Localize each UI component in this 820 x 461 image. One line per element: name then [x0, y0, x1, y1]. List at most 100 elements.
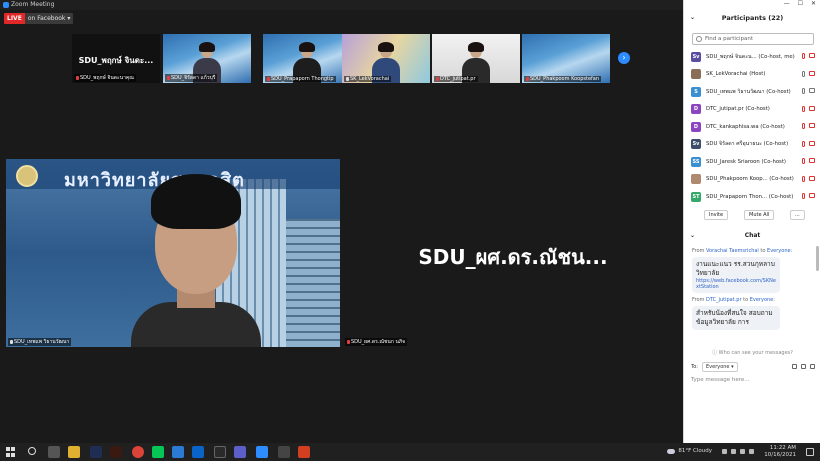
participant-row[interactable]: SK_LekVorachai (Host)	[684, 66, 820, 84]
participant-row[interactable]: Sv SDU จิรัลดา ศรีอุนาธนะ (Co-host)	[684, 136, 820, 154]
video-thumb[interactable]: SDU_Phakpoom Koopstefan	[522, 34, 610, 83]
network-icon[interactable]	[731, 449, 736, 454]
video-thumb[interactable]: DTC_jutipat.pr	[432, 34, 520, 83]
participant-status	[802, 70, 815, 77]
mic-muted-icon[interactable]	[802, 140, 805, 147]
camera-off-icon[interactable]	[809, 105, 815, 111]
chevron-up-icon[interactable]	[722, 449, 727, 454]
mic-muted-icon[interactable]	[802, 123, 805, 129]
camera-off-icon[interactable]	[809, 70, 815, 76]
camera-off-icon[interactable]	[809, 158, 815, 163]
live-destination[interactable]: on Facebook ▾	[24, 13, 74, 24]
notification-icon[interactable]	[806, 448, 814, 456]
collapse-chevron-icon[interactable]: ⌄	[690, 232, 695, 239]
windows-start-icon[interactable]	[6, 447, 16, 457]
participant-search-input[interactable]: Find a participant	[692, 33, 814, 45]
line-icon[interactable]	[152, 446, 164, 458]
message-link[interactable]: https://web.facebook.com/SKNextStation	[696, 278, 776, 290]
camera-off-icon[interactable]	[809, 123, 815, 128]
zoom-icon[interactable]	[256, 446, 268, 458]
chevron-down-icon: ▾	[67, 15, 71, 22]
weather-widget[interactable]: 81°F Cloudy	[667, 448, 712, 454]
mic-icon[interactable]	[802, 70, 805, 77]
participant-row[interactable]: D DTC_jutipat.pr (Co-host)	[684, 101, 820, 119]
video-thumb[interactable]: SK_LekVorachai	[342, 34, 430, 83]
minimize-icon[interactable]: —	[784, 0, 790, 10]
file-explorer-icon[interactable]	[68, 446, 80, 458]
illustrator-icon[interactable]	[110, 446, 122, 458]
language-icon[interactable]	[749, 449, 754, 454]
camera-off-icon[interactable]	[809, 175, 815, 181]
app-title: Zoom Meeting	[3, 1, 54, 8]
camera-off-icon[interactable]	[809, 193, 815, 198]
university-seal-icon	[16, 165, 38, 187]
system-clock[interactable]: 11:22 AM 10/16/2021	[764, 445, 796, 459]
camera-icon[interactable]	[809, 88, 815, 93]
teams-icon[interactable]	[234, 446, 246, 458]
maximize-icon[interactable]: ☐	[798, 0, 803, 10]
chrome-icon[interactable]	[132, 446, 144, 458]
invite-button[interactable]: Invite	[704, 210, 729, 220]
video-thumb[interactable]: SDU_Prapaporn Thongtip	[263, 34, 351, 83]
mic-muted-icon	[526, 77, 529, 81]
task-view-icon[interactable]	[48, 446, 60, 458]
active-speaker-video[interactable]: มหาวิทยาลัยสวนดุสิต SDU_เทพแพ วิธานวัฒนา	[6, 159, 340, 347]
chat-message: สำหรับน้องที่สนใจ สอบถามข้อมูลวิทยาลัย ก…	[692, 306, 780, 330]
participant-row[interactable]: SDU_Phakpoom Koop... (Co-host)	[684, 171, 820, 189]
app-icon[interactable]	[214, 446, 226, 458]
to-label: to	[760, 248, 766, 254]
outlook-icon[interactable]	[192, 446, 204, 458]
video-thumb[interactable]: SDU_พฤกษ์ จินดะ... SDU_พฤกษ์ จินดะนาคุณ	[72, 34, 160, 83]
participant-status	[802, 140, 815, 147]
app-icon[interactable]	[278, 446, 290, 458]
participant-name-tile[interactable]: SDU_ผศ.ดร.ณัชน... SDU_ผศ.ดร.ณัชนก นภิจ	[343, 159, 683, 347]
windows-taskbar: 81°F Cloudy 11:22 AM 10/16/2021	[0, 443, 820, 461]
chat-messages[interactable]: From Vorachai Taemsrichai to Everyone: ง…	[684, 244, 814, 348]
participant-row[interactable]: SS SDU_Jaresk Sriaroon (Co-host)	[684, 153, 820, 171]
avatar: D	[691, 104, 701, 115]
chat-scrollbar[interactable]	[816, 246, 819, 271]
live-stream-indicator[interactable]: LIVE on Facebook ▾	[4, 13, 74, 24]
mic-muted-icon	[347, 340, 350, 344]
who-can-see-link[interactable]: ⓘ Who can see your messages?	[684, 349, 820, 356]
next-page-button[interactable]: ›	[618, 52, 630, 64]
side-panel: — ☐ ✕ ⌄ Participants (22) Find a partici…	[683, 0, 820, 443]
more-button[interactable]: ...	[790, 210, 805, 220]
photoshop-icon[interactable]	[90, 446, 102, 458]
participant-row[interactable]: D DTC_kankaphisa.wa (Co-host)	[684, 118, 820, 136]
participant-name-tag: SDU_ผศ.ดร.ณัชนก นภิจ	[345, 338, 408, 346]
mic-icon[interactable]	[802, 88, 805, 94]
camera-off-icon[interactable]	[809, 140, 815, 146]
more-icon[interactable]	[810, 364, 815, 369]
mic-muted-icon[interactable]	[802, 193, 805, 199]
edge-icon[interactable]	[172, 446, 184, 458]
thumb-name-tag: DTC_jutipat.pr	[434, 76, 478, 82]
chat-message-input[interactable]: Type message here...	[691, 377, 750, 383]
close-icon[interactable]: ✕	[811, 0, 816, 10]
mic-muted-icon[interactable]	[802, 105, 805, 112]
participant-display-name: SDU_ผศ.ดร.ณัชน...	[418, 245, 608, 269]
emoji-icon[interactable]	[801, 364, 806, 369]
weather-text: 81°F Cloudy	[678, 448, 712, 454]
recipient-select[interactable]: Everyone ▾	[702, 362, 738, 372]
avatar	[691, 69, 701, 80]
participant-row[interactable]: ST SDU_Prapaporn Thon... (Co-host)	[684, 188, 820, 206]
participant-list: Sv SDU_พฤกษ์ จินดะน... (Co-host, me) SK_Le…	[684, 48, 820, 206]
participant-status	[802, 158, 815, 164]
participants-title: Participants (22)	[721, 14, 784, 22]
collapse-chevron-icon[interactable]: ⌄	[690, 14, 695, 21]
participant-row[interactable]: S SDU_เทพแพ วิธานวัฒนา (Co-host)	[684, 83, 820, 101]
mute-all-button[interactable]: Mute All	[744, 210, 775, 220]
search-icon[interactable]	[28, 447, 36, 455]
file-icon[interactable]	[792, 364, 797, 369]
info-icon: ⓘ	[712, 350, 719, 356]
volume-icon[interactable]	[740, 449, 745, 454]
powerpoint-icon[interactable]	[298, 446, 310, 458]
clock-time: 11:22 AM	[769, 445, 796, 451]
participant-row[interactable]: Sv SDU_พฤกษ์ จินดะน... (Co-host, me)	[684, 48, 820, 66]
mic-muted-icon[interactable]	[802, 158, 805, 164]
video-thumb[interactable]: SDU_จิรัลดา แก้วบุรี	[163, 34, 251, 83]
camera-off-icon[interactable]	[809, 53, 815, 58]
mic-muted-icon[interactable]	[802, 175, 805, 182]
mic-muted-icon[interactable]	[802, 53, 805, 59]
